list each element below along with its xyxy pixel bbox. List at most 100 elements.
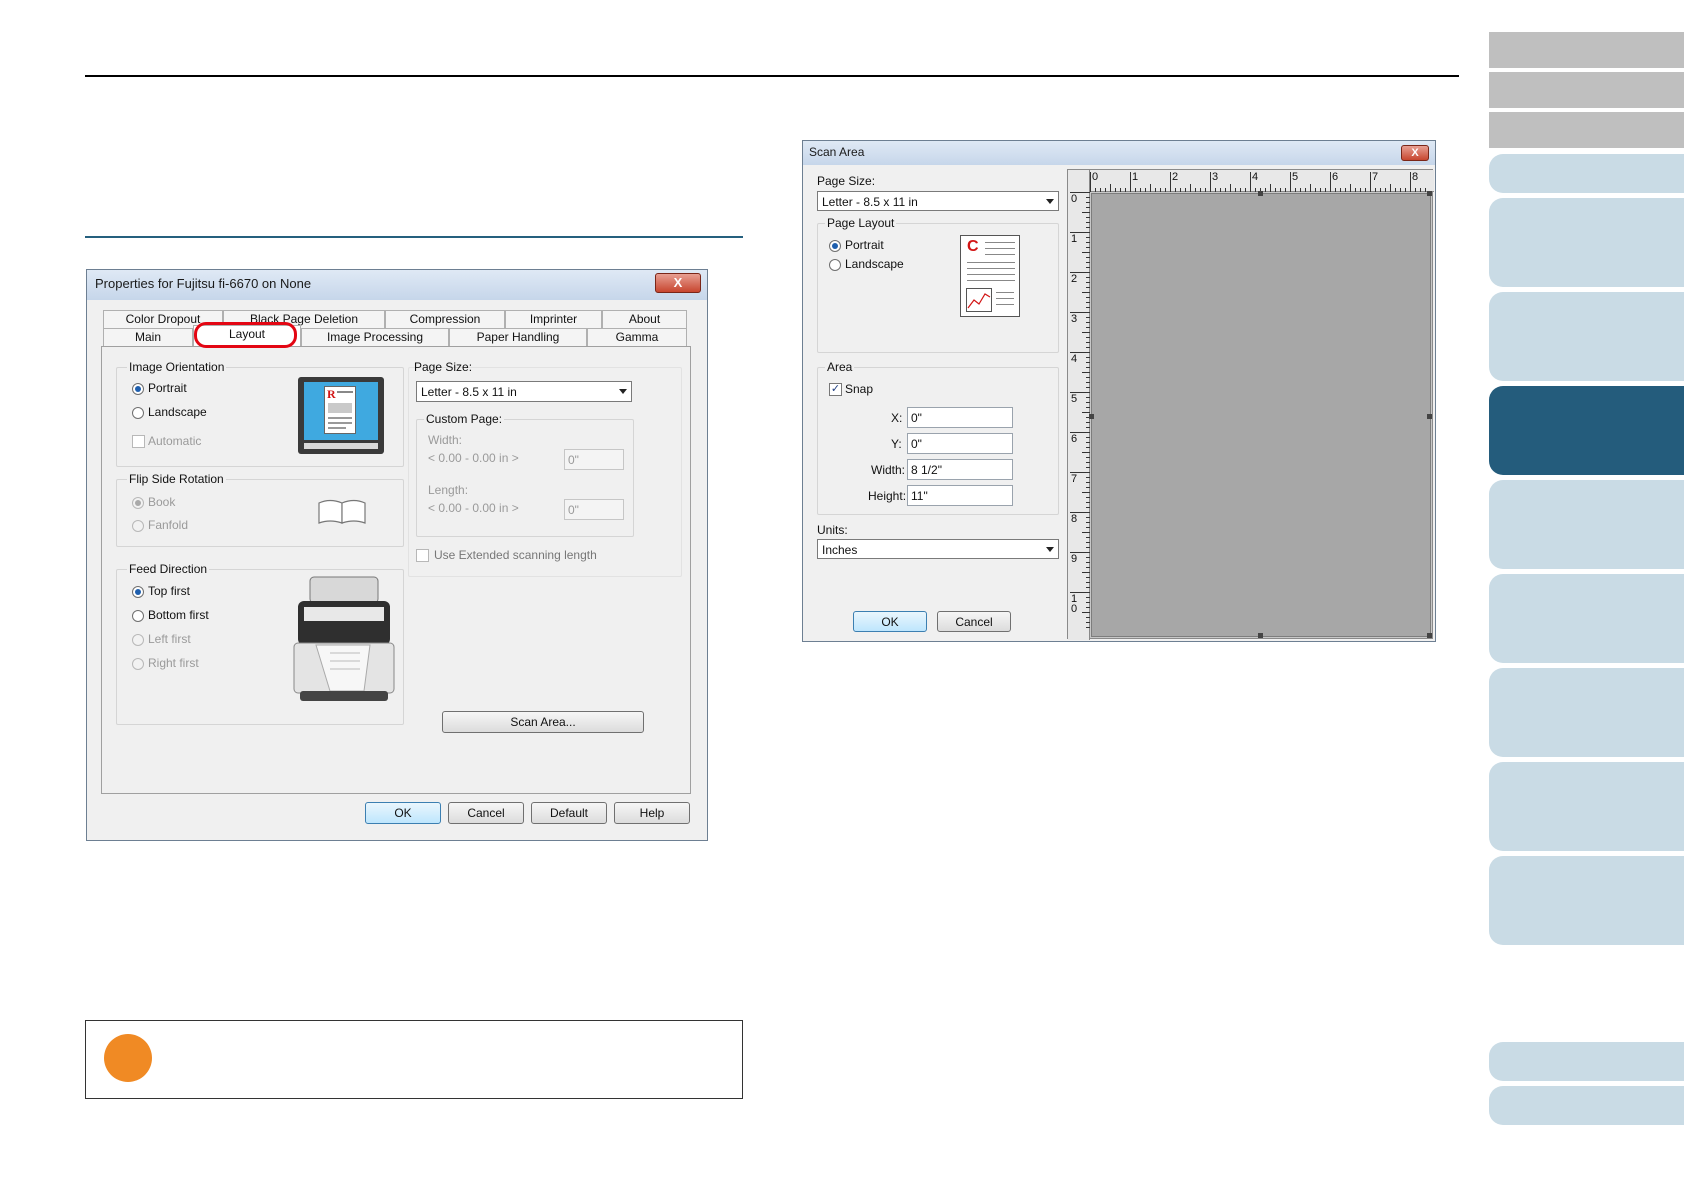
ruler-top-label: 2 [1172, 171, 1179, 183]
nav-tab-9[interactable] [1489, 574, 1684, 663]
default-button[interactable]: Default [531, 802, 607, 824]
bottom-first-radio[interactable] [132, 610, 144, 622]
ruler-tick [1325, 188, 1326, 192]
fanfold-radio[interactable] [132, 520, 144, 532]
nav-tab-4[interactable] [1489, 154, 1684, 193]
nav-tab-13[interactable] [1489, 1042, 1684, 1081]
nav-tab-1[interactable] [1489, 32, 1684, 68]
height-input[interactable]: 11" [907, 485, 1013, 506]
area-label: Area [825, 360, 855, 374]
scan-area-button[interactable]: Scan Area... [442, 711, 644, 733]
ruler-tick [1375, 188, 1376, 192]
ruler-tick [1165, 188, 1166, 192]
ruler-tick [1086, 387, 1090, 388]
ruler-tick [1086, 517, 1090, 518]
nav-tab-3[interactable] [1489, 112, 1684, 148]
ruler-tick [1082, 412, 1090, 413]
nav-tab-5[interactable] [1489, 198, 1684, 287]
left-first-radio[interactable] [132, 634, 144, 646]
nav-tab-14[interactable] [1489, 1086, 1684, 1125]
ruler-tick [1086, 542, 1090, 543]
custom-length-label: Length: [428, 483, 469, 497]
left-first-label: Left first [148, 632, 191, 646]
ruler-left-label: 4 [1071, 353, 1078, 365]
ruler-tick [1082, 532, 1090, 533]
top-first-label: Top first [148, 584, 191, 598]
tab-image-processing[interactable]: Image Processing [301, 328, 449, 346]
top-first-radio[interactable] [132, 586, 144, 598]
nav-tab-2[interactable] [1489, 72, 1684, 108]
ruler-tick [1086, 202, 1090, 203]
custom-width-input[interactable]: 0" [564, 449, 624, 470]
sa-page-size-label: Page Size: [817, 174, 876, 188]
ok-button[interactable]: OK [365, 802, 441, 824]
tab-main[interactable]: Main [103, 328, 193, 346]
scan-region[interactable] [1089, 191, 1432, 638]
sa-page-size-select[interactable]: Letter - 8.5 x 11 in [817, 191, 1059, 211]
height-label: Height: [868, 489, 907, 503]
landscape-radio[interactable] [132, 407, 144, 419]
ruler-tick [1390, 184, 1391, 192]
book-label: Book [148, 495, 176, 509]
preview-letter: R [327, 387, 336, 401]
ruler-tick [1235, 188, 1236, 192]
tab-paper-handling[interactable]: Paper Handling [449, 328, 587, 346]
ruler-left-label: 5 [1071, 393, 1078, 405]
close-button[interactable]: X [655, 273, 701, 293]
caution-icon [104, 1034, 152, 1082]
units-select[interactable]: Inches [817, 539, 1059, 559]
tab-imprinter[interactable]: Imprinter [505, 310, 602, 328]
tab-page: Image Orientation Portrait Landscape Aut… [101, 346, 691, 794]
nav-tab-active[interactable] [1489, 386, 1684, 475]
ruler-tick [1086, 522, 1090, 523]
feed-direction-label: Feed Direction [127, 562, 210, 576]
scan-area-close-button[interactable]: X [1401, 145, 1429, 161]
x-label: X: [891, 411, 903, 425]
ruler-tick [1125, 188, 1126, 192]
nav-tab-11[interactable] [1489, 762, 1684, 851]
x-input[interactable]: 0" [907, 407, 1013, 428]
note-box [85, 1020, 743, 1099]
scan-area-title: Scan Area [803, 141, 1435, 165]
ruler-tick [1140, 188, 1141, 192]
automatic-checkbox[interactable] [132, 435, 145, 448]
ruler-tick [1290, 172, 1291, 192]
ruler-tick [1086, 257, 1090, 258]
ruler-tick [1095, 188, 1096, 192]
extended-length-checkbox[interactable] [416, 549, 429, 562]
y-input[interactable]: 0" [907, 433, 1013, 454]
tab-gamma[interactable]: Gamma [587, 328, 687, 346]
ruler-tick [1082, 332, 1090, 333]
nav-tab-12[interactable] [1489, 856, 1684, 945]
sa-ok-button[interactable]: OK [853, 611, 927, 632]
ruler-tick [1205, 188, 1206, 192]
right-first-label: Right first [148, 656, 199, 670]
ruler-tick [1385, 188, 1386, 192]
width-input[interactable]: 8 1/2" [907, 459, 1013, 480]
ruler-tick [1200, 188, 1201, 192]
custom-length-input[interactable]: 0" [564, 499, 624, 520]
tab-compression[interactable]: Compression [385, 310, 505, 328]
ruler-tick [1400, 188, 1401, 192]
ruler-tick [1086, 462, 1090, 463]
ruler-tick [1250, 172, 1251, 192]
sa-cancel-button[interactable]: Cancel [937, 611, 1011, 632]
ruler-tick [1086, 422, 1090, 423]
nav-tab-8[interactable] [1489, 480, 1684, 569]
ruler-tick [1086, 577, 1090, 578]
ruler-tick [1090, 172, 1091, 192]
snap-checkbox[interactable]: ✓ [829, 383, 842, 396]
help-button[interactable]: Help [614, 802, 690, 824]
nav-tab-6[interactable] [1489, 292, 1684, 381]
nav-tab-10[interactable] [1489, 668, 1684, 757]
page-size-select[interactable]: Letter - 8.5 x 11 in [416, 381, 632, 402]
book-radio[interactable] [132, 497, 144, 509]
sa-landscape-radio[interactable] [829, 259, 841, 271]
right-first-radio[interactable] [132, 658, 144, 670]
cancel-button[interactable]: Cancel [448, 802, 524, 824]
sa-portrait-radio[interactable] [829, 240, 841, 252]
ruler-tick [1195, 188, 1196, 192]
tab-about[interactable]: About [602, 310, 687, 328]
ruler-tick [1086, 587, 1090, 588]
portrait-radio[interactable] [132, 383, 144, 395]
